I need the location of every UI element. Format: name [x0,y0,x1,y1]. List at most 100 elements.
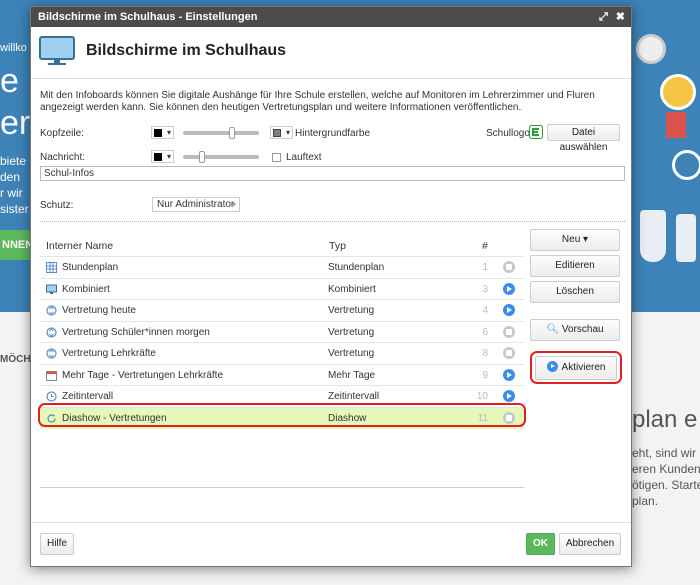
table-row[interactable]: Vertretung heute Vertretung 4 [40,299,524,321]
play-icon[interactable] [503,282,515,295]
table-row[interactable]: Kombiniert Kombiniert 3 [40,277,524,300]
color-swatch [154,153,162,161]
hintergrund-label: Hintergrundfarbe [295,128,371,139]
swap-icon [46,348,57,359]
bg-body-4: sister [0,202,29,216]
clock-icon [46,391,57,402]
hintergrund-color-select[interactable]: ▾ [270,126,293,139]
header-divider [31,78,631,79]
bg-heading-2: er [0,104,31,142]
neu-button[interactable]: Neu ▾ [530,229,620,251]
bg-body-2: den [0,170,21,184]
row-name: Vertretung Lehrkräfte [62,348,156,359]
slider-handle[interactable] [199,151,205,163]
magnifier-icon: 🔍︎ [546,324,560,335]
play-icon[interactable] [503,390,515,402]
row-name: Stundenplan [62,262,119,273]
row-name: Vertretung heute [62,305,136,316]
bg-right-line-2: eren Kunden [632,462,700,476]
form-divider [40,221,625,222]
nachricht-input[interactable]: Schul-Infos [40,166,625,181]
table-row[interactable]: Vertretung Lehrkräfte Vertretung 8 [40,342,524,364]
bg-right-heading: plan e [632,406,698,433]
swap-icon [46,326,57,338]
row-num: 4 [482,305,488,316]
schutz-value: Nur Administrator [157,199,235,210]
row-typ: Vertretung [328,326,375,338]
row-typ: Mehr Tage [328,369,376,381]
lauftext-checkbox[interactable] [272,153,281,162]
row-num: 10 [476,391,488,402]
table-row[interactable]: Mehr Tage - Vertretungen Lehrkräfte Mehr … [40,363,524,386]
bg-section-label: MÖCH [0,354,31,365]
footer-divider [31,522,631,523]
selected-row-highlight [38,403,526,427]
nachricht-slider[interactable] [183,151,259,163]
grid-icon [46,262,57,273]
stop-icon[interactable] [503,261,515,273]
color-swatch [273,129,281,137]
datei-auswaehlen-button[interactable]: Datei auswählen [547,124,620,153]
close-icon[interactable]: ✖ [616,7,625,27]
row-num: 3 [482,283,488,295]
screens-table: Interner Name Typ # Stundenplan Stundenpl… [40,234,524,496]
monitor-icon [39,36,75,65]
chevron-down-icon: ▾ [166,152,171,161]
chevron-down-icon: ▾ [231,200,236,209]
row-name: Zeitintervall [62,391,114,402]
stop-icon[interactable] [503,347,515,359]
flask-illustration-2 [676,214,696,262]
table-bottom-divider [40,487,524,488]
logo-file-icon [529,125,543,139]
swap-icon [46,305,57,316]
dialog-titlebar[interactable]: Bildschirme im Schulhaus - Einstellungen… [31,7,631,27]
expand-icon[interactable]: ⤢ [599,7,608,27]
vorschau-label: Vorschau [561,324,604,335]
play-icon[interactable] [503,304,515,316]
kopfzeile-color-select[interactable]: ▾ [151,126,174,139]
flask-illustration [640,210,666,262]
ribbon-illustration [666,112,686,138]
hilfe-button[interactable]: Hilfe [40,533,74,555]
lauftext-label: Lauftext [286,152,322,163]
calendar-icon [46,370,57,381]
bg-cta-button[interactable]: NNEN [0,230,34,260]
table-row[interactable]: Vertretung Schüler*innen morgen Vertretun… [40,320,524,343]
row-name: Mehr Tage - Vertretungen Lehrkräfte [62,369,224,381]
play-icon[interactable] [503,368,515,381]
abbrechen-button[interactable]: Abbrechen [559,533,621,555]
stop-icon[interactable] [503,325,515,338]
dialog-header: Bildschirme im Schulhaus [31,27,631,77]
loeschen-button[interactable]: Löschen [530,281,620,303]
row-name: Vertretung Schüler*innen morgen [62,326,210,338]
dialog-title: Bildschirme im Schulhaus - Einstellungen [38,11,258,23]
bg-right-line-3: ötigen. Starte [632,478,700,492]
row-typ: Zeitintervall [328,391,380,402]
table-row[interactable]: Stundenplan Stundenplan 1 [40,256,524,278]
editieren-button[interactable]: Editieren [530,255,620,277]
chevron-down-icon: ▾ [285,128,290,137]
row-typ: Kombiniert [328,283,376,295]
schutz-select[interactable]: Nur Administrator ▾ [152,197,240,212]
bg-body-1: biete [0,154,27,168]
col-header-num[interactable]: # [482,240,488,252]
chevron-down-icon: ▾ [166,128,171,137]
description-text: Mit den Infoboards können Sie digitale A… [40,90,595,113]
row-typ: Vertretung [328,348,375,359]
color-swatch [154,129,162,137]
row-num: 1 [482,262,488,273]
bg-body-3: r wir [0,186,23,200]
page-title: Bildschirme im Schulhaus [86,42,287,59]
col-header-typ[interactable]: Typ [329,240,346,252]
col-header-name[interactable]: Interner Name [46,240,113,252]
kopfzeile-slider[interactable] [183,127,259,139]
ok-button[interactable]: OK [526,533,555,555]
aktivieren-highlight [530,351,622,384]
vorschau-button[interactable]: 🔍︎ Vorschau [530,319,620,341]
row-typ: Vertretung [328,305,375,316]
nachricht-color-select[interactable]: ▾ [151,150,174,163]
slider-handle[interactable] [229,127,235,139]
monitor-icon [46,284,57,295]
medal-illustration [660,74,696,110]
row-name: Kombiniert [62,283,110,295]
